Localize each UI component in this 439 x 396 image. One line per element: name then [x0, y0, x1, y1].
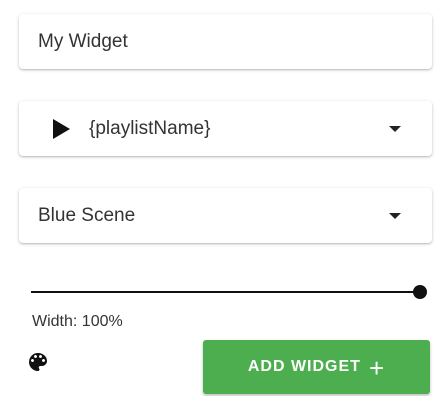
widget-name-field[interactable] [19, 14, 432, 69]
play-icon [53, 118, 70, 139]
widget-editor: {playlistName} Blue Scene Width: 100% AD… [0, 0, 439, 396]
widget-name-input[interactable] [19, 14, 432, 69]
width-slider-thumb[interactable] [413, 285, 427, 299]
chevron-down-icon [389, 125, 401, 132]
scene-select-value: Blue Scene [38, 204, 136, 226]
width-slider-track[interactable] [31, 291, 420, 293]
chevron-down-icon [389, 212, 401, 219]
scene-select[interactable]: Blue Scene [19, 188, 432, 243]
add-widget-label: ADD WIDGET [247, 358, 361, 375]
palette-icon[interactable] [26, 350, 50, 374]
playlist-select[interactable]: {playlistName} [19, 101, 432, 156]
add-widget-button[interactable]: ADD WIDGET + [203, 340, 430, 394]
playlist-select-value: {playlistName} [89, 117, 211, 139]
width-slider[interactable] [31, 282, 427, 302]
plus-icon: + [368, 353, 386, 383]
width-label: Width: 100% [32, 313, 123, 330]
